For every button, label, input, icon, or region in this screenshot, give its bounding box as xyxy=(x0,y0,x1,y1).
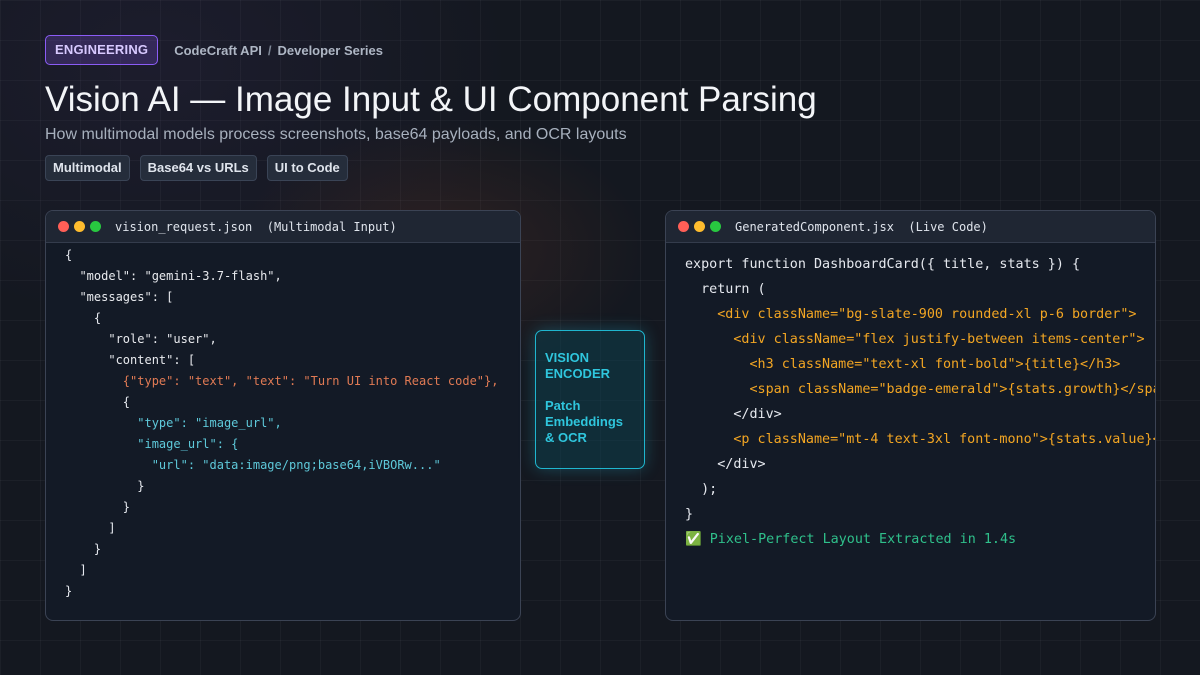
code-line: export function DashboardCard({ title, s… xyxy=(685,257,1081,272)
code-line: </div> xyxy=(685,457,766,472)
close-dot-icon[interactable] xyxy=(58,221,69,232)
code-line: } xyxy=(65,500,131,514)
code-line: } xyxy=(65,479,145,493)
page-subtitle: How multimodal models process screenshot… xyxy=(45,126,627,143)
header-row: ENGINEERING CodeCraft API / Developer Seri… xyxy=(45,35,383,65)
vision-encoder-box: VISION ENCODER Patch Embeddings & OCR xyxy=(535,330,645,469)
breadcrumb-series[interactable]: Developer Series xyxy=(277,43,383,58)
code-line: ); xyxy=(685,482,718,497)
code-line: <h3 className="text-xl font-bold">{title… xyxy=(685,357,1121,372)
code-line: <p className="mt-4 text-3xl font-mono">{… xyxy=(685,432,1156,447)
encoder-title: VISION ENCODER xyxy=(545,350,611,381)
tag-multimodal[interactable]: Multimodal xyxy=(45,155,130,181)
code-line: } xyxy=(65,584,73,598)
window-titlebar: vision_request.json (Multimodal Input) xyxy=(46,211,520,243)
code-line: "model": "gemini-3.7-flash", xyxy=(65,269,282,283)
breadcrumb: CodeCraft API / Developer Series xyxy=(174,43,383,58)
code-line: ] xyxy=(65,563,87,577)
status-line: ✅ Pixel-Perfect Layout Extracted in 1.4s xyxy=(685,532,1017,547)
code-line: } xyxy=(685,507,694,522)
generated-component-window: GeneratedComponent.jsx (Live Code) expor… xyxy=(665,210,1156,621)
window-titlebar: GeneratedComponent.jsx (Live Code) xyxy=(666,211,1155,243)
code-line: "content": [ xyxy=(65,353,196,367)
code-line: <div className="bg-slate-900 rounded-xl … xyxy=(685,307,1137,322)
maximize-dot-icon[interactable] xyxy=(90,221,101,232)
minimize-dot-icon[interactable] xyxy=(74,221,85,232)
tag-list: Multimodal Base64 vs URLs UI to Code xyxy=(45,155,358,181)
json-code-block: { "model": "gemini-3.7-flash", "messages… xyxy=(65,245,498,602)
jsx-code-block: export function DashboardCard({ title, s… xyxy=(685,252,1156,552)
tag-base64-vs-urls[interactable]: Base64 vs URLs xyxy=(139,155,257,181)
window-title: GeneratedComponent.jsx (Live Code) xyxy=(735,219,988,234)
request-json-window: vision_request.json (Multimodal Input) {… xyxy=(45,210,521,621)
code-line: return ( xyxy=(685,282,766,297)
breadcrumb-separator: / xyxy=(267,42,272,58)
breadcrumb-site[interactable]: CodeCraft API xyxy=(174,43,262,58)
code-line: {"type": "text", "text": "Turn UI into R… xyxy=(65,374,499,388)
maximize-dot-icon[interactable] xyxy=(710,221,721,232)
encoder-detail: Patch Embeddings & OCR xyxy=(545,398,624,445)
code-line: "url": "data:image/png;base64,iVBORw..." xyxy=(65,458,441,472)
code-line: "image_url": { xyxy=(65,437,239,451)
code-line: <span className="badge-emerald">{stats.g… xyxy=(685,382,1156,397)
code-line: "role": "user", xyxy=(65,332,217,346)
code-line: </div> xyxy=(685,407,782,422)
page-title: Vision AI — Image Input & UI Component P… xyxy=(45,80,817,119)
code-line: { xyxy=(65,395,131,409)
minimize-dot-icon[interactable] xyxy=(694,221,705,232)
category-badge: ENGINEERING xyxy=(45,35,159,65)
window-title: vision_request.json (Multimodal Input) xyxy=(115,219,397,234)
code-line: { xyxy=(65,248,73,262)
code-line: ] xyxy=(65,521,116,535)
tag-ui-to-code[interactable]: UI to Code xyxy=(266,155,348,181)
code-line: } xyxy=(65,542,102,556)
close-dot-icon[interactable] xyxy=(678,221,689,232)
code-line: <div className="flex justify-between ite… xyxy=(685,332,1145,347)
code-line: "messages": [ xyxy=(65,290,174,304)
code-line: "type": "image_url", xyxy=(65,416,282,430)
code-line: { xyxy=(65,311,102,325)
